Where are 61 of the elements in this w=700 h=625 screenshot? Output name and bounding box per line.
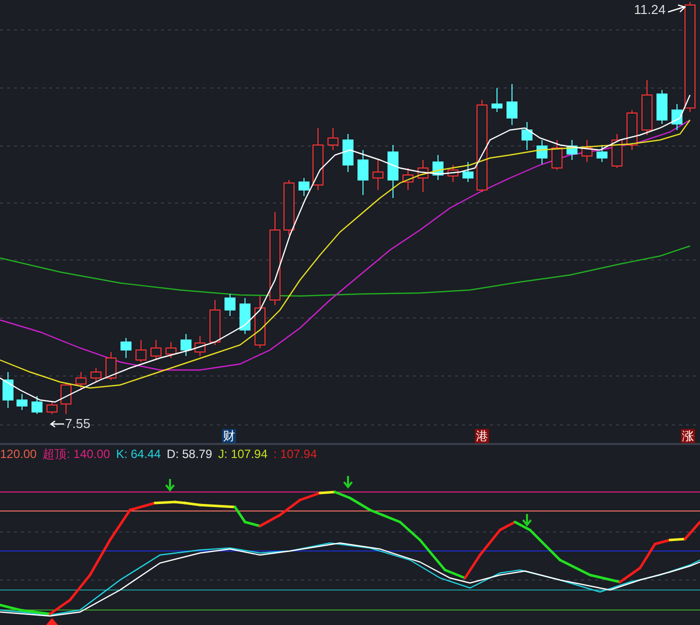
candlestick (432, 154, 444, 180)
candlestick (522, 122, 532, 150)
high-price-label: 11.24 (634, 3, 666, 16)
up-triangle-icon (46, 618, 58, 625)
candlestick (566, 140, 578, 160)
candlestick (372, 160, 384, 190)
candlestick (596, 144, 608, 162)
candlestick (328, 128, 338, 150)
candlestick (462, 162, 474, 182)
candlestick (60, 382, 72, 414)
candlestick (284, 180, 294, 236)
indicator-value: : 107.94 (274, 448, 317, 460)
candlestick (582, 140, 592, 162)
candlestick (150, 340, 162, 360)
candlestick (2, 372, 14, 408)
candlestick (656, 90, 668, 124)
candlestick (254, 296, 266, 348)
candlestick (298, 178, 310, 196)
indicator-value: 120.00 (0, 448, 37, 460)
indicator-value: 超顶: 140.00 (42, 448, 110, 460)
down-arrow-icon (165, 479, 175, 492)
candlestick (180, 334, 192, 356)
down-arrow-icon (522, 514, 532, 527)
candlestick (448, 164, 458, 182)
candlestick (492, 88, 502, 112)
indicator-value: J: 107.94 (218, 448, 268, 460)
candlestick (120, 338, 132, 358)
candlestick (612, 134, 622, 168)
candlestick (402, 168, 414, 190)
candlestick (388, 144, 398, 198)
candlestick (106, 352, 116, 380)
candlestick (536, 140, 548, 164)
candlestick (166, 342, 176, 358)
candlestick (210, 300, 220, 346)
indicator-value: K: 64.44 (116, 448, 161, 460)
low-price-label: 7.55 (65, 417, 90, 430)
candlestick (90, 368, 102, 382)
candlestick (626, 110, 638, 150)
candlestick (642, 80, 652, 136)
event-marker[interactable]: 港 (475, 429, 489, 443)
candlestick (16, 394, 28, 410)
event-marker[interactable]: 涨 (681, 429, 695, 443)
candlestick (418, 160, 428, 192)
candlestick (552, 140, 562, 170)
candlestick (312, 128, 324, 190)
candlestick (46, 402, 58, 414)
candlestick (358, 150, 368, 196)
candlestick (194, 336, 206, 356)
candlestick (342, 134, 354, 172)
left-arrow-icon (50, 420, 64, 428)
indicator-value: D: 58.79 (166, 448, 212, 460)
candlestick (224, 294, 236, 316)
candlestick (76, 372, 86, 390)
candlestick (136, 340, 146, 362)
pointer-arrow (668, 4, 686, 13)
candlestick (672, 104, 682, 130)
event-marker[interactable]: 财 (222, 429, 236, 443)
candlestick (32, 396, 42, 414)
candlestick (506, 84, 518, 126)
down-arrow-icon (343, 476, 353, 489)
candlestick (240, 298, 250, 334)
